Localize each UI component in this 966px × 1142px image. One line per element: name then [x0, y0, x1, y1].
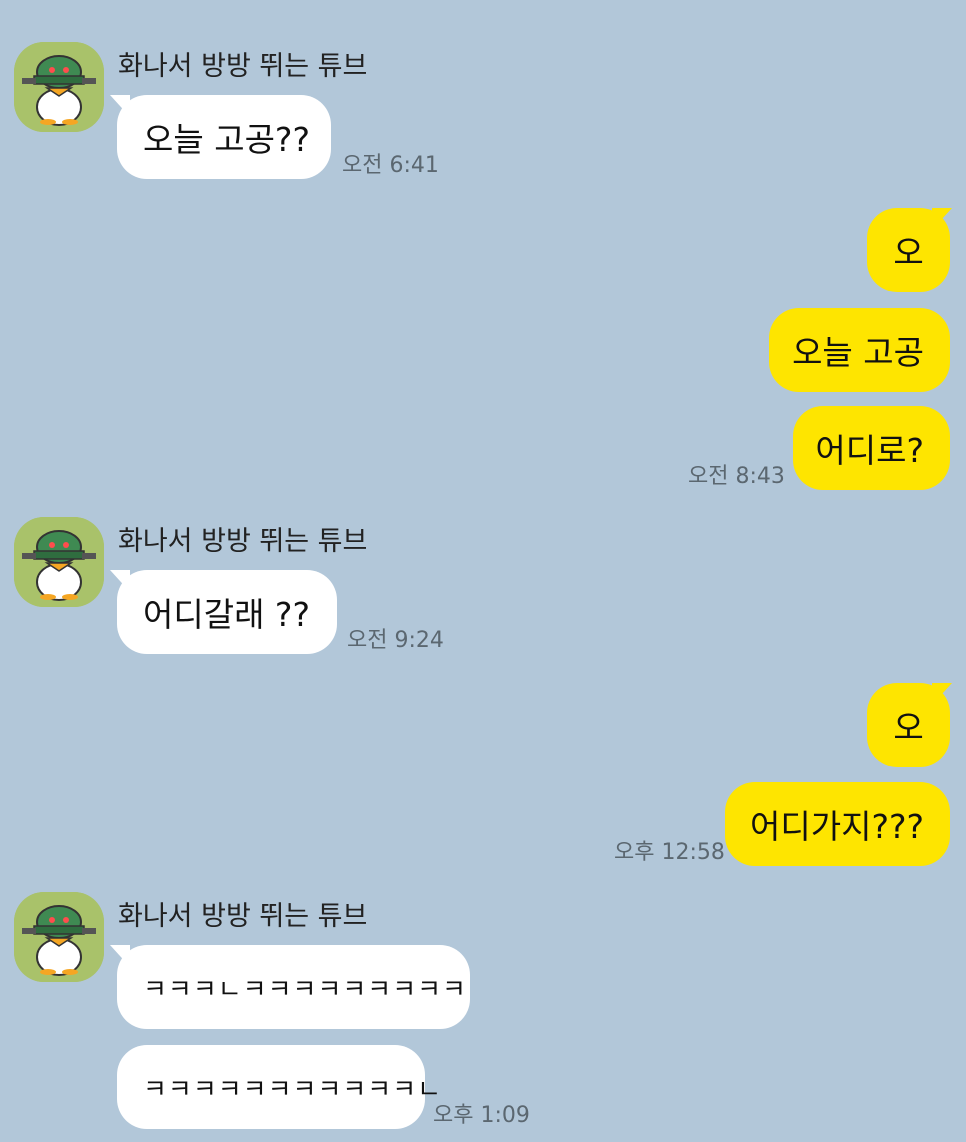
sender-name: 화나서 방방 뛰는 튜브 — [118, 51, 368, 82]
message-time: 오후 1:09 — [433, 1103, 530, 1128]
message-bubble[interactable]: 오 — [867, 208, 950, 292]
message-time: 오전 8:43 — [688, 464, 785, 489]
tube-duck-avatar-icon — [14, 517, 104, 607]
sender-avatar[interactable] — [14, 892, 104, 982]
message-bubble[interactable]: 오 — [867, 683, 950, 767]
message-bubble[interactable]: 어디갈래 ?? — [117, 570, 337, 654]
tube-duck-avatar-icon — [14, 42, 104, 132]
message-bubble[interactable]: 오늘 고공?? — [117, 95, 331, 179]
message-bubble[interactable]: 오늘 고공 — [769, 308, 950, 392]
message-bubble[interactable]: ㅋㅋㅋㅋㅋㅋㅋㅋㅋㅋㅋㄴ — [117, 1045, 441, 1129]
tube-duck-avatar-icon — [14, 892, 104, 982]
message-time: 오전 6:41 — [342, 153, 439, 178]
sender-avatar[interactable] — [14, 517, 104, 607]
sender-name: 화나서 방방 뛰는 튜브 — [118, 526, 368, 557]
sender-avatar[interactable] — [14, 42, 104, 132]
message-bubble[interactable]: ㅋㅋㅋㄴㅋㅋㅋㅋㅋㅋㅋㅋㅋ — [117, 945, 470, 1029]
message-time: 오후 12:58 — [614, 840, 725, 865]
message-bubble[interactable]: 어디로? — [793, 406, 950, 490]
message-time: 오전 9:24 — [347, 628, 444, 653]
sender-name: 화나서 방방 뛰는 튜브 — [118, 901, 368, 932]
message-bubble[interactable]: 어디가지??? — [725, 782, 950, 866]
